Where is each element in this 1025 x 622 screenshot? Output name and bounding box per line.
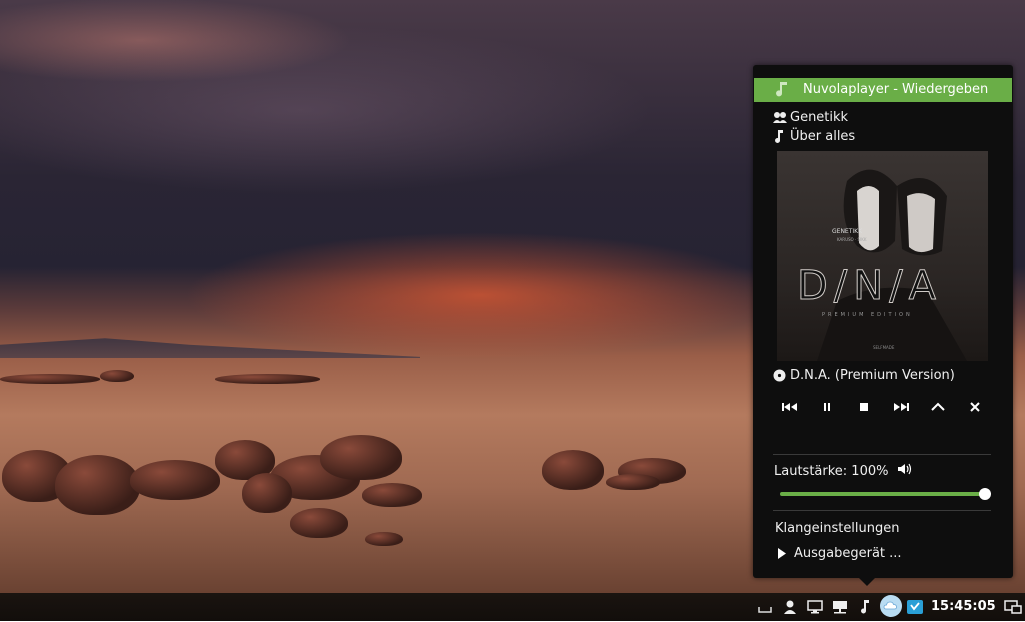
rock [362,483,422,507]
chevron-up-icon [931,402,945,411]
next-button[interactable] [889,397,913,417]
sound-settings-item[interactable]: Klangeinstellungen [775,521,900,536]
music-note-icon [773,130,785,148]
rock [215,374,320,384]
rock [0,374,100,384]
close-player-button[interactable] [963,397,987,417]
volume-slider-handle[interactable] [979,488,991,500]
cover-band: GENETIKK [832,228,863,235]
raise-player-button[interactable] [926,397,950,417]
volume-slider-track[interactable] [780,492,985,496]
popup-pointer [858,577,876,586]
rock [242,473,292,513]
rock [320,435,402,480]
sound-settings-label: Klangeinstellungen [775,521,900,536]
stop-button[interactable] [852,397,876,417]
user-icon[interactable] [780,597,800,617]
output-device-label: Ausgabegerät ... [794,546,902,561]
stop-icon [860,403,868,411]
speaker-icon [897,463,913,479]
artist-icon [773,111,787,128]
separator [773,510,991,511]
artist-name: Genetikk [790,110,849,125]
taskbar: 15:45:05 [0,593,1025,621]
pause-icon [824,403,830,411]
rock [365,532,403,546]
pause-button[interactable] [815,397,839,417]
rock [542,450,604,490]
album-cover-art: GENETIKK KARUSO · SIKK D/N/A PREMIUM EDI… [797,169,967,361]
volume-row: Lautstärke: 100% [774,463,913,479]
display-icon[interactable] [805,597,825,617]
rock [55,455,140,515]
cloud-icon[interactable] [879,594,903,618]
sound-menu-popup: Nuvolaplayer - Wiedergeben Genetikk Über… [753,65,1013,578]
previous-button[interactable] [778,397,802,417]
music-note-icon [775,81,789,101]
network-icon[interactable] [830,597,850,617]
distant-coastline [0,338,420,358]
player-title: Nuvolaplayer - Wiedergeben [803,82,989,97]
previous-icon [782,403,797,411]
player-header[interactable]: Nuvolaplayer - Wiedergeben [754,78,1012,102]
rock [100,370,134,382]
album-cover: GENETIKK KARUSO · SIKK D/N/A PREMIUM EDI… [777,151,988,361]
keyboard-icon[interactable] [755,597,775,617]
windows-icon[interactable] [1003,597,1023,617]
track-title: Über alles [790,129,856,144]
update-icon[interactable] [905,597,925,617]
music-icon[interactable] [855,597,875,617]
rock [606,474,660,490]
rock [290,508,348,538]
close-icon [970,402,980,412]
rock [130,460,220,500]
clock[interactable]: 15:45:05 [931,599,996,614]
cover-label: SELFMADE [873,345,895,350]
cover-subtitle: KARUSO · SIKK [837,237,867,242]
triangle-right-icon [777,548,787,563]
album-title: D.N.A. (Premium Version) [790,368,955,383]
next-icon [894,403,909,411]
volume-label: Lautstärke: 100% [774,464,889,479]
separator [773,454,991,455]
cover-edition: PREMIUM EDITION [822,312,913,318]
disc-icon [773,369,786,386]
cover-title: D/N/A [797,263,942,309]
